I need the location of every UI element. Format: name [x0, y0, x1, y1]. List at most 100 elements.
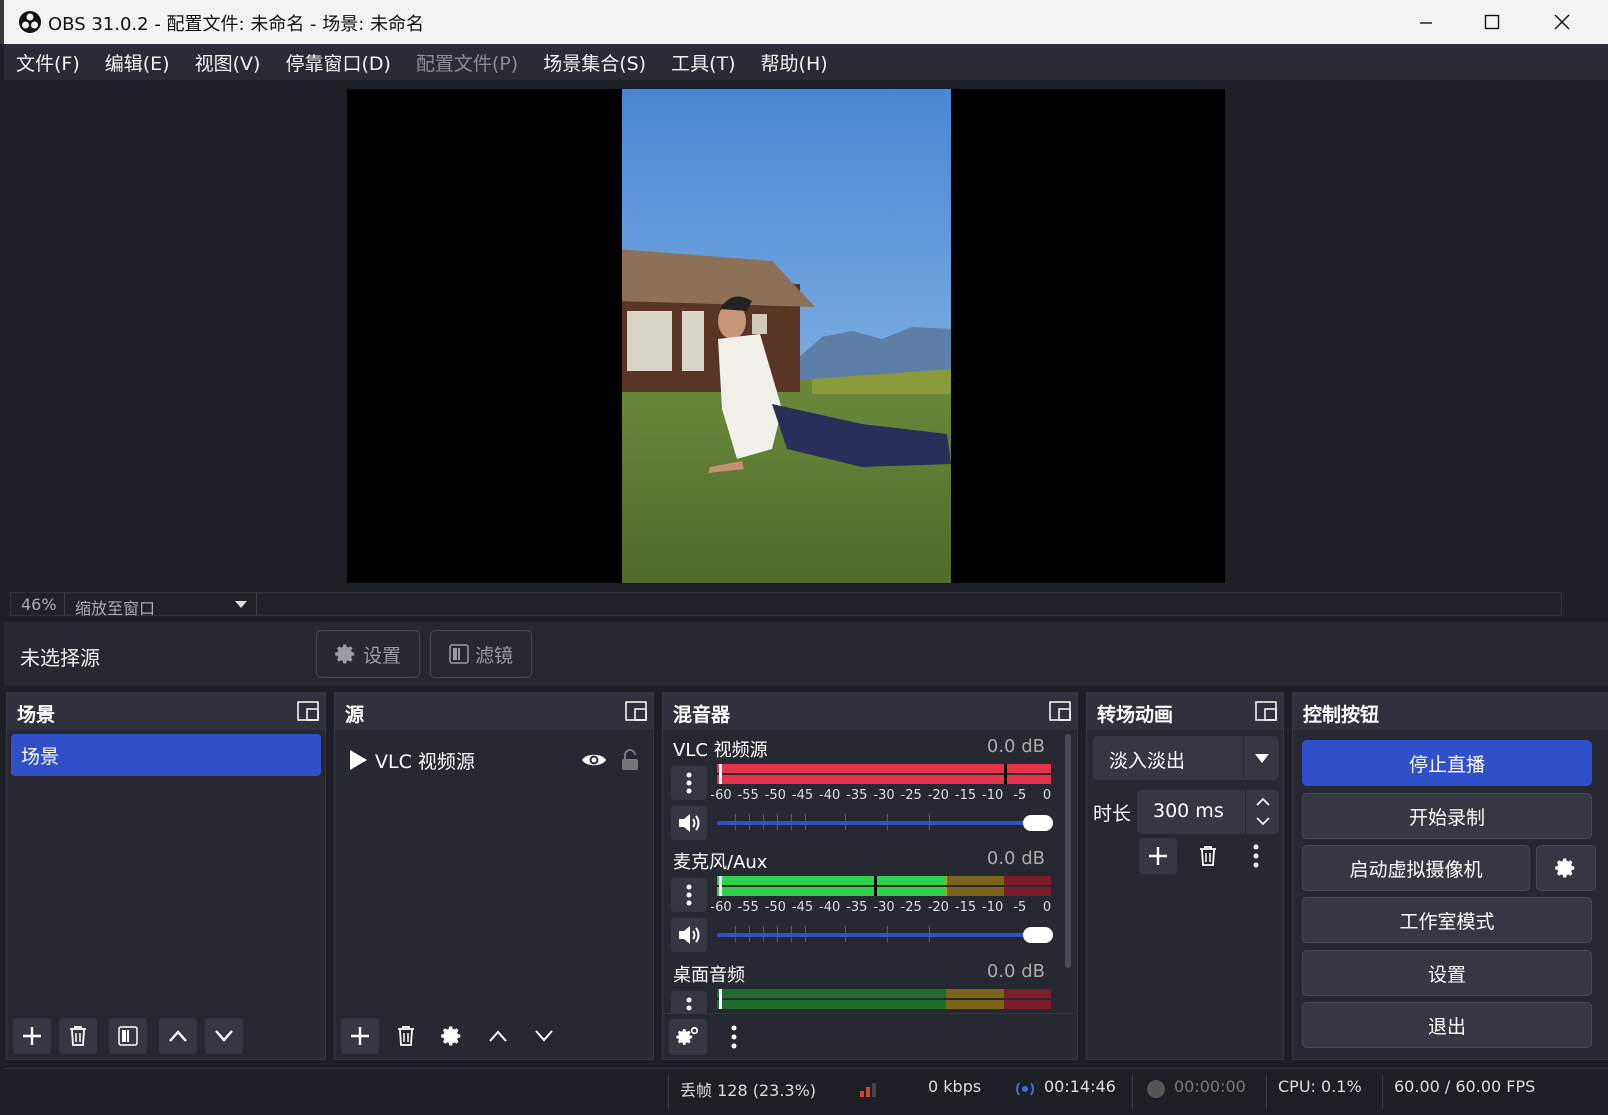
start-virtual-cam-button[interactable]: 启动虚拟摄像机	[1302, 845, 1530, 891]
meter-bg-yellow	[945, 887, 1005, 896]
bitrate: 0 kbps	[928, 1077, 982, 1096]
source-settings-button[interactable]: 设置	[316, 630, 421, 678]
chevron-down-icon[interactable]	[235, 601, 247, 608]
scene-filters-button[interactable]	[109, 1018, 147, 1054]
undock-icon[interactable]	[1255, 701, 1277, 721]
virtual-cam-settings-button[interactable]	[1536, 845, 1596, 891]
transition-properties-button[interactable]	[1237, 838, 1275, 874]
menu-help[interactable]: 帮助(H)	[761, 49, 828, 76]
sources-dock: 源 VLC 视频源	[334, 692, 654, 1060]
mixer-menu-button[interactable]	[715, 1019, 753, 1055]
volume-slider[interactable]	[717, 926, 1053, 943]
remove-transition-button[interactable]	[1189, 838, 1227, 874]
volume-fill	[717, 933, 1039, 937]
scenes-toolbar	[7, 1013, 325, 1059]
plus-icon	[351, 1027, 369, 1045]
zoom-mode-select[interactable]: 缩放至窗口	[75, 595, 155, 619]
add-source-button[interactable]	[341, 1018, 379, 1054]
video-frame[interactable]	[622, 89, 951, 583]
source-item[interactable]: VLC 视频源	[347, 744, 639, 776]
zoom-bar: 46% 缩放至窗口	[10, 592, 1562, 619]
cpu-usage: CPU: 0.1%	[1278, 1077, 1362, 1096]
meter-fill-green	[717, 887, 946, 896]
volume-knob[interactable]	[1023, 927, 1053, 943]
broadcast-icon	[1016, 1082, 1034, 1096]
controls-dock-header: 控制按钮	[1293, 693, 1608, 730]
menu-file[interactable]: 文件(F)	[16, 49, 80, 76]
filter-icon	[449, 644, 469, 664]
stop-stream-button[interactable]: 停止直播	[1302, 740, 1592, 786]
stream-time: 00:14:46	[1044, 1077, 1116, 1096]
exit-button[interactable]: 退出	[1302, 1002, 1592, 1048]
sources-toolbar	[335, 1013, 653, 1059]
meter-bg-green	[717, 989, 946, 998]
source-filters-button[interactable]: 滤镜	[430, 630, 533, 678]
close-button[interactable]	[1532, 6, 1592, 38]
minimize-button[interactable]	[1396, 6, 1456, 38]
move-source-down-button[interactable]	[525, 1018, 563, 1054]
sources-dock-title: 源	[345, 704, 365, 726]
mute-button[interactable]	[671, 918, 707, 952]
menu-view[interactable]: 视图(V)	[195, 49, 261, 76]
mixer-channel: VLC 视频源 0.0 dB -60 -55 -50 -45 -40 -35 -30 -25-…	[669, 734, 1053, 846]
maximize-button[interactable]	[1462, 6, 1522, 38]
chevron-up-icon	[169, 1030, 187, 1042]
chevron-up-icon	[489, 1030, 507, 1042]
advanced-audio-button[interactable]	[669, 1018, 707, 1055]
add-scene-button[interactable]	[13, 1018, 51, 1054]
settings-button[interactable]: 设置	[1302, 950, 1592, 996]
meter-tick-label: -15	[954, 788, 977, 803]
remove-scene-button[interactable]	[59, 1018, 97, 1054]
channel-name: VLC 视频源	[673, 740, 768, 761]
transition-dropdown-button[interactable]	[1243, 736, 1279, 780]
add-transition-button[interactable]	[1139, 838, 1177, 874]
scene-item[interactable]: 场景	[11, 734, 321, 776]
speaker-icon	[679, 814, 700, 832]
volume-tick	[791, 814, 792, 830]
volume-tick	[763, 814, 764, 830]
obs-logo-icon	[19, 11, 41, 33]
undock-icon[interactable]	[625, 701, 647, 721]
divider	[256, 593, 257, 615]
menu-edit[interactable]: 编辑(E)	[105, 49, 170, 76]
meter-bg-red	[1004, 876, 1051, 885]
record-icon	[1147, 1080, 1165, 1098]
source-item-label: VLC 视频源	[375, 750, 475, 773]
meter-tick-label: -20	[927, 900, 949, 915]
channel-menu-button[interactable]	[671, 766, 707, 800]
mixer-toolbar	[663, 1013, 1077, 1059]
chevron-down-icon[interactable]	[1256, 817, 1270, 826]
mute-button[interactable]	[671, 806, 707, 840]
title-bar: OBS 31.0.2 - 配置文件: 未命名 - 场景: 未命名	[0, 0, 1608, 44]
menu-scene-collection[interactable]: 场景集合(S)	[543, 49, 646, 76]
remove-source-button[interactable]	[387, 1018, 425, 1054]
eye-icon[interactable]	[581, 751, 607, 769]
move-scene-up-button[interactable]	[159, 1018, 197, 1054]
close-icon	[1554, 14, 1570, 30]
studio-mode-button[interactable]: 工作室模式	[1302, 897, 1592, 943]
move-source-up-button[interactable]	[479, 1018, 517, 1054]
volume-slider[interactable]	[717, 814, 1053, 831]
lock-icon[interactable]	[621, 749, 639, 771]
channel-menu-button[interactable]	[671, 991, 707, 1013]
start-record-button[interactable]: 开始录制	[1302, 793, 1592, 839]
more-vertical-icon	[686, 997, 692, 1011]
meter-tick-label: -40	[819, 900, 841, 915]
duration-spinner[interactable]	[1245, 790, 1279, 834]
undock-icon[interactable]	[1049, 701, 1071, 721]
divider	[1382, 1075, 1383, 1109]
transitions-body: 淡入淡出 时长 300 ms	[1087, 730, 1283, 1059]
channel-menu-button[interactable]	[671, 878, 707, 912]
dropped-frames: 丢帧 128 (23.3%)	[680, 1081, 817, 1100]
chevron-up-icon[interactable]	[1256, 797, 1270, 806]
menu-tools[interactable]: 工具(T)	[671, 49, 735, 76]
undock-icon[interactable]	[297, 701, 319, 721]
meter-bg-red	[1004, 1000, 1051, 1009]
volume-knob[interactable]	[1023, 815, 1053, 831]
mixer-scrollbar[interactable]	[1065, 734, 1071, 968]
menu-docks[interactable]: 停靠窗口(D)	[285, 49, 390, 76]
move-scene-down-button[interactable]	[205, 1018, 243, 1054]
source-properties-button[interactable]	[433, 1018, 471, 1054]
meter-tick-label: -60	[710, 788, 732, 803]
transitions-dock-header: 转场动画	[1087, 693, 1283, 730]
